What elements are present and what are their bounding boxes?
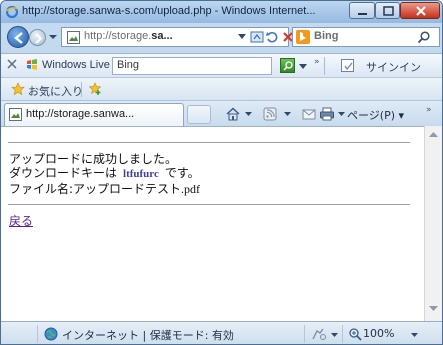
tab-favicon-icon (9, 108, 22, 121)
minimize-icon (358, 13, 367, 15)
file-name-value: アップロードテスト.pdf (73, 182, 201, 196)
globe-icon (44, 327, 58, 341)
scroll-down-icon[interactable] (429, 306, 438, 312)
compatibility-view-icon[interactable] (250, 30, 264, 44)
address-field[interactable]: http://storage.sa... (61, 27, 293, 47)
back-button[interactable] (7, 26, 29, 48)
add-to-favorites-bar-icon[interactable] (88, 82, 104, 96)
page-content: アップロードに成功しました。 ダウンロードキーは ltfufurc です。 ファイル… (1, 126, 424, 321)
download-key-line: ダウンロードキーは ltfufurc です。 (9, 164, 200, 181)
file-name-line: ファイル名:アップロードテスト.pdf (9, 180, 200, 197)
close-button[interactable] (400, 2, 440, 19)
maximize-icon (383, 6, 394, 16)
live-search-input[interactable]: Bing (112, 57, 272, 75)
address-row: http://storage.sa... Bing (1, 23, 442, 50)
favorites-label[interactable]: お気に入り (28, 83, 83, 99)
ie-logo-icon (5, 5, 19, 19)
windows-live-label: Windows Live (42, 59, 110, 71)
mail-icon[interactable] (302, 106, 316, 122)
minimize-button[interactable] (349, 2, 375, 19)
download-key-suffix: です。 (164, 166, 200, 180)
live-search-value: Bing (117, 59, 140, 71)
signin-checkbox-icon[interactable] (341, 59, 354, 72)
favorites-divider (81, 82, 82, 97)
magnifier-icon (283, 61, 293, 71)
download-key-prefix: ダウンロードキーは (9, 166, 118, 180)
vertical-scrollbar[interactable] (424, 126, 442, 321)
command-overflow-icon[interactable]: » (426, 105, 432, 115)
status-divider (304, 325, 305, 343)
address-dropdown-icon[interactable] (238, 34, 246, 40)
file-name-prefix: ファイル名: (9, 182, 74, 196)
status-bar: インターネット | 保護モード: 有効 100% (1, 321, 442, 344)
back-arrow-icon (14, 32, 23, 44)
forward-arrow-icon (35, 33, 43, 44)
signin-link[interactable]: サインイン (366, 59, 421, 75)
toolbar-divider (324, 57, 325, 75)
toolbar-close-icon[interactable] (7, 59, 17, 69)
bing-logo-icon (296, 30, 310, 44)
tab-current[interactable]: http://storage.sanwa... (4, 103, 184, 126)
windows-live-toolbar: Windows Live Bing » サインイン (1, 53, 442, 77)
page-favicon-icon (67, 31, 80, 44)
home-icon[interactable] (225, 106, 241, 122)
windows-live-logo-icon (27, 59, 37, 70)
page-menu-label: ページ(P) (347, 109, 395, 122)
zoom-level[interactable]: 100% (363, 327, 394, 340)
toolbar-overflow-icon[interactable]: » (314, 57, 320, 67)
security-dropdown-icon[interactable] (331, 333, 338, 338)
print-icon[interactable] (319, 106, 335, 122)
browser-window: http://storage.sanwa-s.com/upload.php - … (0, 0, 443, 345)
check-mark-icon (344, 62, 353, 71)
download-key-value: ltfufurc (123, 168, 159, 180)
back-link[interactable]: 戻る (9, 212, 33, 229)
security-zone-text[interactable]: インターネット | 保護モード: 有効 (62, 327, 234, 343)
tab-command-row: http://storage.sanwa... ページ(P) ▾ » (1, 100, 442, 126)
status-divider (342, 325, 343, 343)
feeds-dropdown-icon[interactable] (284, 112, 291, 117)
search-provider-label: Bing (314, 30, 339, 42)
window-title: http://storage.sanwa-s.com/upload.php - … (22, 5, 316, 17)
live-search-dropdown-icon[interactable] (299, 64, 307, 70)
forward-button[interactable] (29, 29, 46, 46)
address-text: http://storage.sa... (84, 30, 173, 42)
maximize-button[interactable] (375, 2, 400, 19)
status-divider (37, 325, 38, 343)
tab-title: http://storage.sanwa... (26, 108, 135, 120)
search-field[interactable]: Bing (292, 27, 440, 47)
scroll-up-icon[interactable] (429, 132, 438, 138)
favorites-bar: お気に入り (1, 77, 442, 100)
bottom-divider (8, 204, 410, 205)
close-icon (416, 6, 426, 16)
zoom-icon[interactable] (348, 327, 362, 341)
print-dropdown-icon[interactable] (338, 112, 345, 117)
top-divider (8, 142, 410, 143)
page-menu-arrow-icon: ▾ (398, 109, 405, 122)
live-search-go-button[interactable] (280, 58, 295, 73)
page-menu[interactable]: ページ(P) ▾ (347, 107, 404, 123)
security-settings-icon[interactable] (311, 327, 327, 341)
search-icon[interactable] (417, 30, 431, 44)
favorites-star-icon[interactable] (11, 82, 25, 96)
zoom-dropdown-icon[interactable] (411, 333, 418, 338)
title-bar: http://storage.sanwa-s.com/upload.php - … (1, 1, 442, 23)
new-tab-button[interactable] (187, 105, 211, 124)
history-dropdown-icon[interactable] (49, 33, 57, 41)
refresh-icon[interactable] (265, 30, 279, 44)
feeds-icon[interactable] (262, 106, 278, 122)
home-dropdown-icon[interactable] (245, 112, 252, 117)
